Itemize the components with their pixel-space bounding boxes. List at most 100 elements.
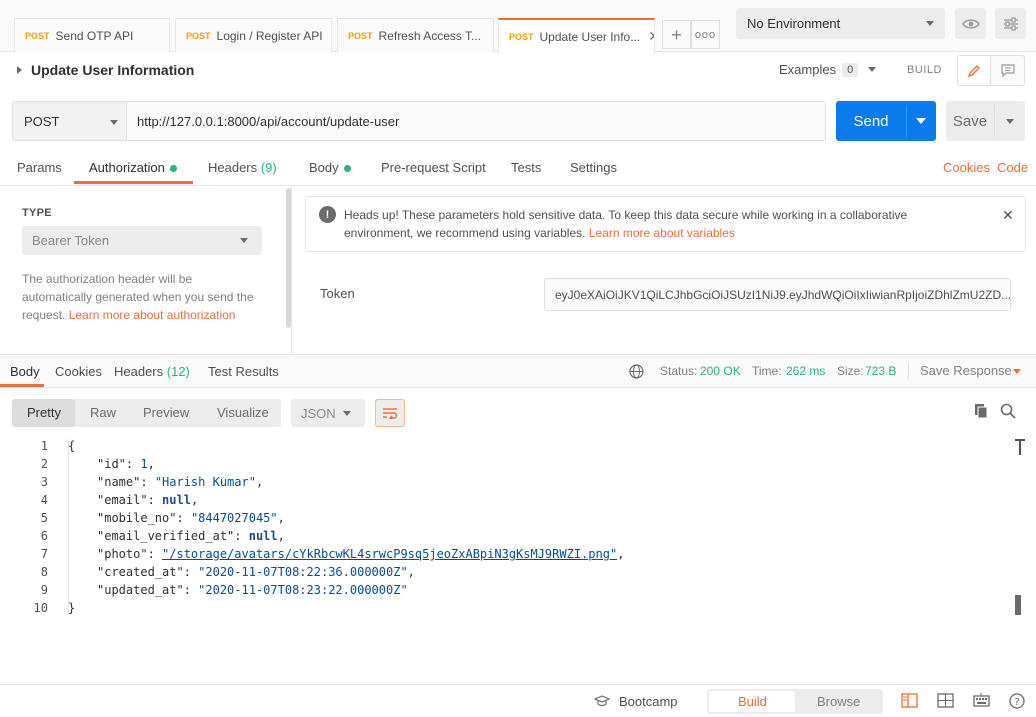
code-text: "email_verified_at": null, (97, 529, 285, 543)
code-line: 8 "created_at": "2020-11-07T08:22:36.0000… (0, 563, 415, 581)
request-tab[interactable]: POST Login / Register API (175, 18, 332, 52)
code-text: "name": "Harish Kumar", (97, 475, 264, 489)
headers-count: (9) (260, 160, 277, 175)
chevron-down-icon (926, 21, 934, 26)
info-icon: ! (319, 206, 336, 223)
build-mode-button[interactable]: Build (738, 694, 767, 709)
method-select[interactable]: POST (12, 101, 127, 141)
status-dot-icon (169, 165, 177, 173)
code-link[interactable]: Code (997, 160, 1028, 175)
chevron-down-icon (110, 120, 118, 125)
scrollbar[interactable] (286, 188, 291, 328)
wrap-lines-button[interactable] (375, 399, 405, 427)
tab-label: Body (309, 160, 339, 175)
search-icon[interactable] (1000, 403, 1016, 422)
edit-button[interactable] (957, 55, 991, 86)
view-raw-button[interactable]: Raw (90, 405, 116, 420)
line-number: 9 (40, 583, 48, 597)
code-line: 9 "updated_at": "2020-11-07T08:23:22.0000… (0, 581, 408, 599)
send-options-chevron-icon[interactable] (916, 118, 926, 124)
url-input[interactable]: http://127.0.0.1:8000/api/account/update… (127, 101, 826, 141)
line-number: 6 (40, 529, 48, 543)
examples-count: 0 (842, 62, 859, 77)
photo-link[interactable]: "/storage/avatars/cYkRbcwKL4srwcP9sq5jeo… (162, 547, 617, 561)
save-divider (994, 105, 995, 137)
examples-dropdown[interactable]: Examples 0 (779, 62, 877, 77)
tab-tests[interactable]: Tests (511, 160, 541, 175)
time-label: Time: (752, 364, 782, 378)
request-name[interactable]: Update User Information (31, 62, 194, 78)
bootcamp-icon (593, 694, 611, 711)
learn-more-auth-link[interactable]: Learn more about authorization (69, 308, 236, 322)
globe-icon[interactable] (629, 364, 644, 382)
comment-icon (1000, 64, 1015, 77)
cookies-link[interactable]: Cookies (943, 160, 990, 175)
keyboard-icon[interactable] (973, 693, 990, 711)
expand-caret-icon[interactable] (17, 66, 22, 74)
response-tab-test-results[interactable]: Test Results (208, 364, 279, 379)
help-icon[interactable]: ? (1009, 693, 1025, 712)
response-tab-body[interactable]: Body (10, 364, 40, 379)
code-text: "photo": "/storage/avatars/cYkRbcwKL4srw… (97, 547, 625, 561)
method-badge: POST (186, 30, 211, 41)
tab-settings[interactable]: Settings (570, 160, 617, 175)
svg-text:?: ? (1014, 697, 1019, 708)
code-line: 1{ (0, 437, 75, 455)
wrap-icon (383, 408, 398, 419)
time-value: 262 ms (786, 364, 826, 378)
globe-svg (629, 364, 644, 379)
request-tab[interactable]: POST Send OTP API (14, 18, 170, 52)
send-button[interactable]: Send (836, 101, 936, 141)
tab-params[interactable]: Params (17, 160, 62, 175)
status-value: 200 OK (700, 364, 741, 378)
response-tab-cookies[interactable]: Cookies (55, 364, 102, 379)
more-tabs-button[interactable]: ooo (691, 20, 720, 49)
tab-label: Update User Info... (539, 29, 641, 44)
save-button[interactable]: Save (946, 101, 1025, 141)
code-line: 5 "mobile_no": "8447027045", (0, 509, 285, 527)
environment-quick-look-button[interactable] (955, 8, 986, 39)
format-value: JSON (301, 405, 336, 421)
tab-label: Authorization (89, 160, 165, 175)
view-visualize-button[interactable]: Visualize (217, 405, 269, 420)
tab-authorization[interactable]: Authorization (89, 160, 177, 175)
method-badge: POST (509, 31, 534, 42)
line-number: 4 (40, 493, 48, 507)
learn-more-variables-link[interactable]: Learn more about variables (589, 226, 735, 240)
tab-headers[interactable]: Headers (9) (208, 160, 277, 175)
code-scrollbar[interactable] (1015, 595, 1021, 615)
plus-icon: + (671, 24, 682, 45)
auth-type-select[interactable]: Bearer Token (22, 226, 262, 255)
browse-mode-button[interactable]: Browse (817, 694, 860, 709)
save-response-button[interactable]: Save Response (920, 363, 1012, 378)
view-pretty-button[interactable]: Pretty (27, 405, 61, 420)
manage-environments-button[interactable] (995, 8, 1026, 39)
tab-body[interactable]: Body (309, 160, 351, 175)
grid-view-icon[interactable] (937, 693, 954, 711)
help-svg: ? (1009, 693, 1025, 709)
environment-select[interactable]: No Environment (736, 8, 945, 39)
close-tab-icon[interactable]: ✕ (648, 28, 654, 45)
format-select[interactable]: JSON (291, 399, 365, 427)
response-body-viewer[interactable]: 1{ 2 "id": 1, 3 "name": "Harish Kumar", 4 "… (0, 437, 1030, 617)
token-input[interactable]: eyJ0eXAiOiJKV1QiLCJhbGciOiJSUzI1NiJ9.eyJ… (544, 278, 1011, 311)
close-icon[interactable]: ✕ (1002, 207, 1014, 224)
scroll-top-marker (1019, 439, 1021, 455)
two-pane-view-icon[interactable] (901, 693, 918, 711)
code-line: 3 "name": "Harish Kumar", (0, 473, 263, 491)
comments-button[interactable] (991, 55, 1025, 86)
response-tab-headers[interactable]: Headers (12) (114, 364, 190, 379)
bootcamp-link[interactable]: Bootcamp (619, 694, 678, 709)
new-tab-button[interactable]: + (662, 20, 691, 49)
copy-icon[interactable] (974, 403, 989, 422)
request-tab-active[interactable]: POST Update User Info... ✕ (498, 18, 655, 53)
send-label: Send (853, 112, 889, 130)
save-options-chevron-icon[interactable] (1006, 119, 1014, 124)
view-preview-button[interactable]: Preview (143, 405, 189, 420)
tab-prerequest-script[interactable]: Pre-request Script (381, 160, 486, 175)
more-dots-icon: ooo (694, 28, 717, 41)
chevron-down-icon[interactable] (1013, 369, 1021, 374)
request-tab[interactable]: POST Refresh Access T... (337, 18, 494, 52)
tab-label: Login / Register API (216, 28, 323, 43)
chevron-down-icon (240, 238, 248, 243)
